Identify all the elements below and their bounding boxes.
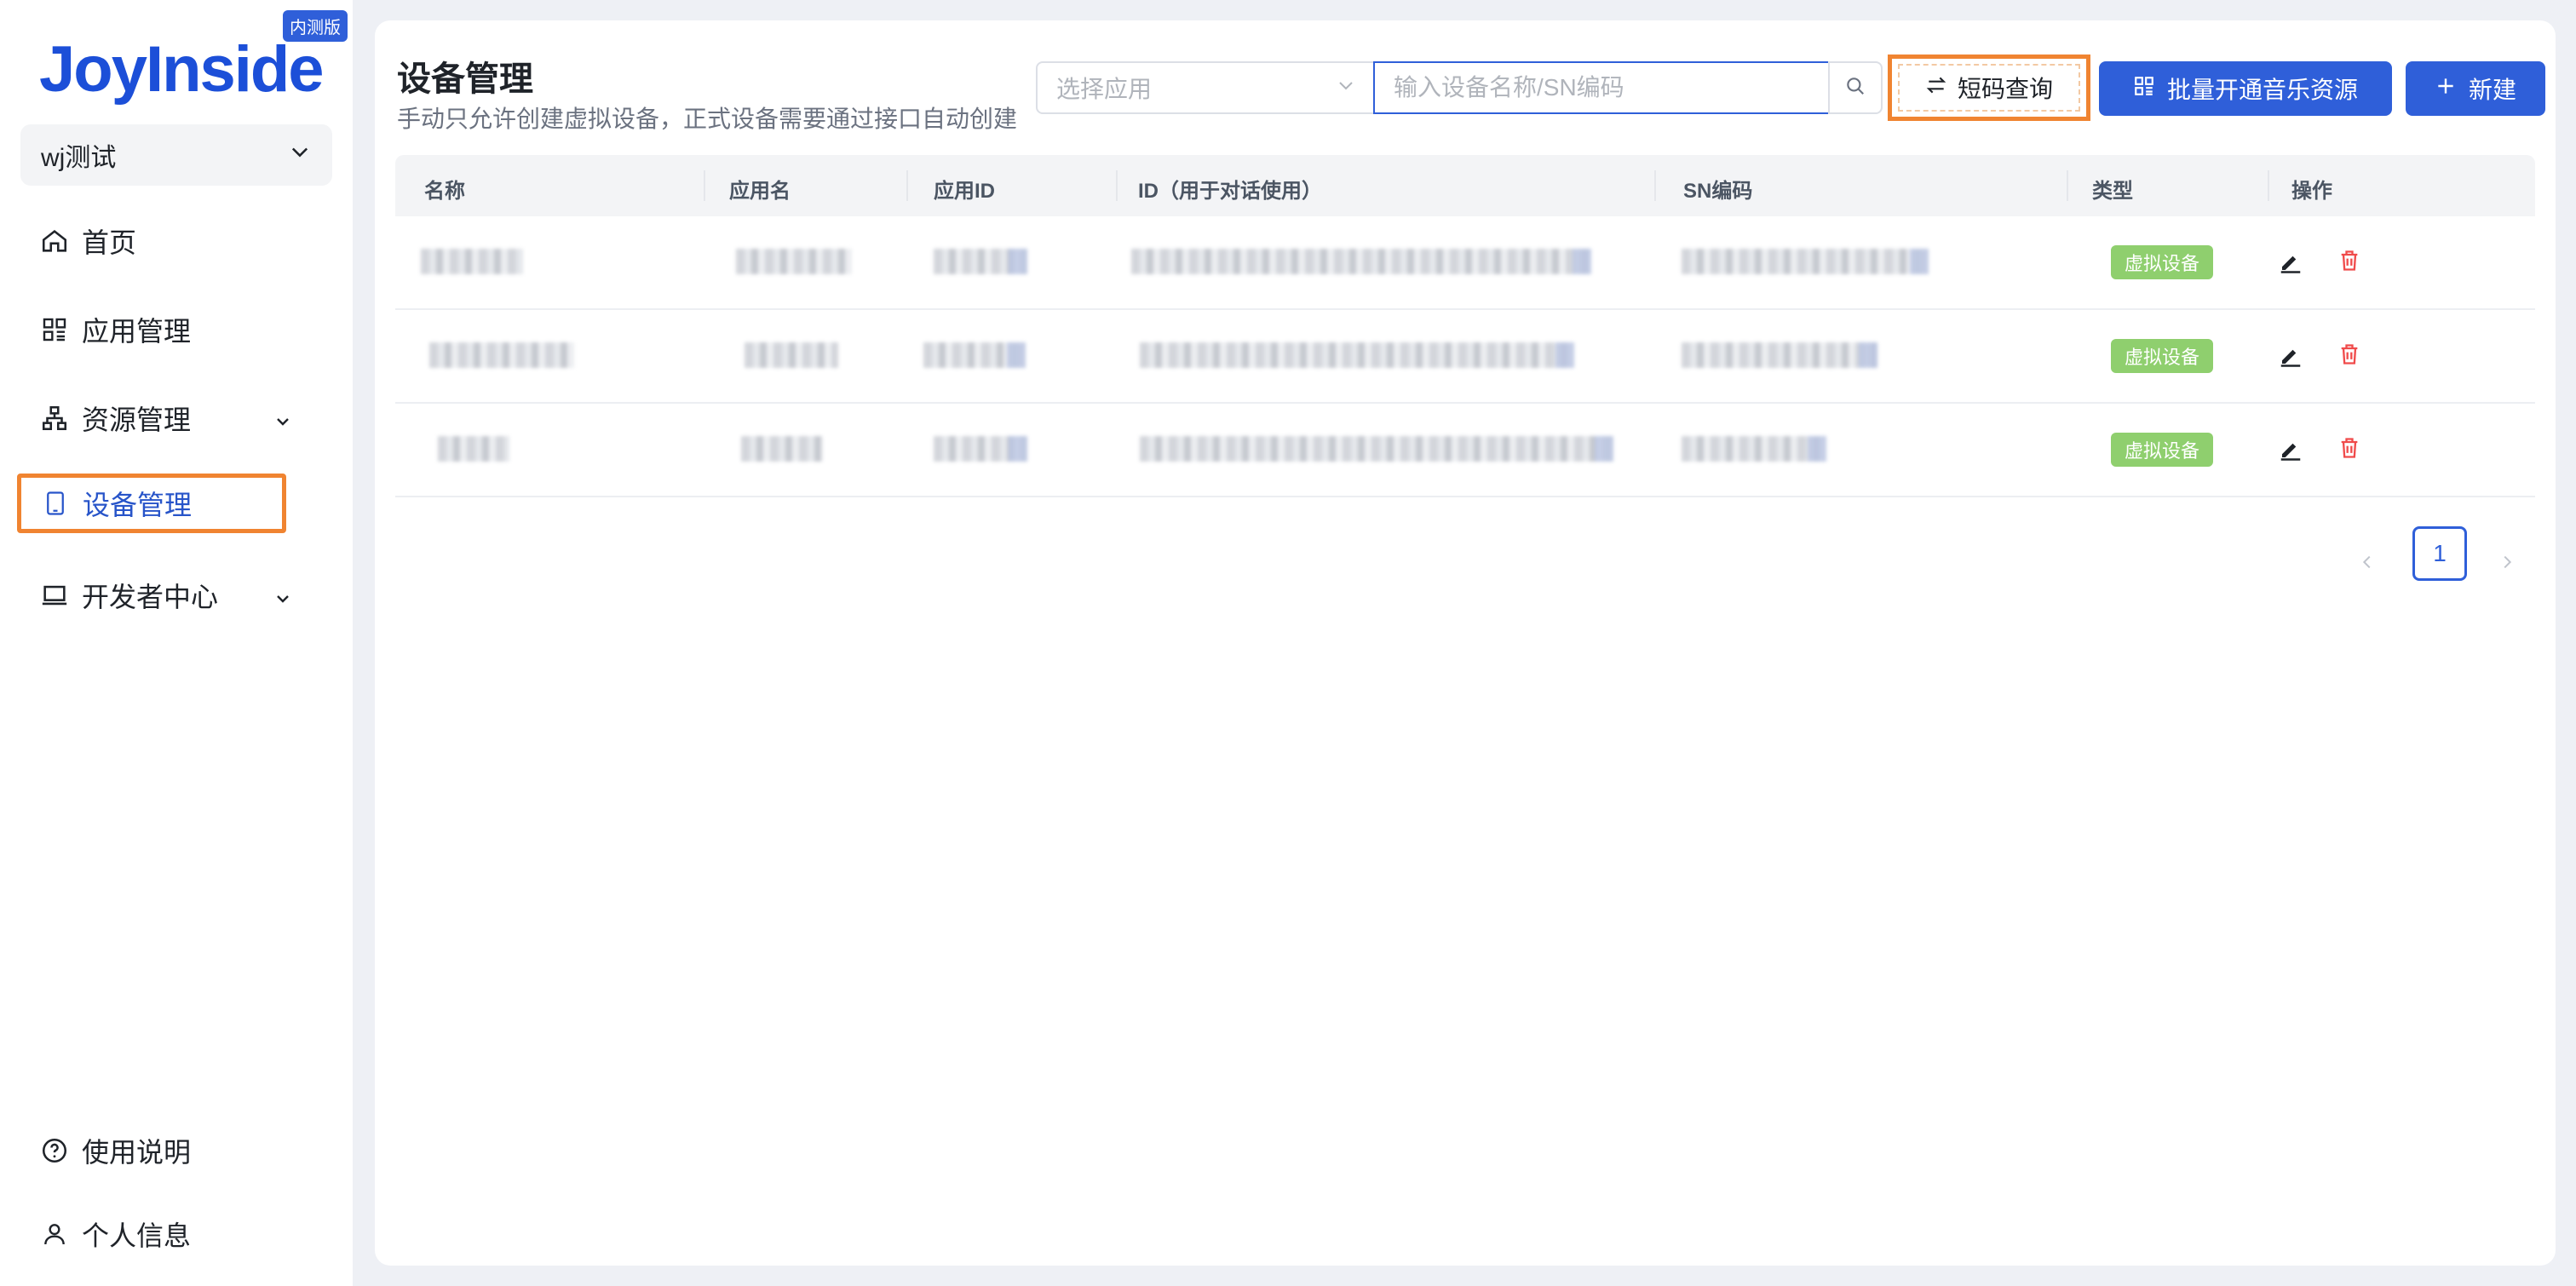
table-row[interactable]: 虚拟设备: [395, 310, 2535, 404]
redacted-dialog-id: [1140, 342, 1574, 368]
sidebar-item-label: 个人信息: [82, 1220, 192, 1251]
redacted-app-name: [741, 436, 823, 462]
delete-icon[interactable]: [2337, 247, 2361, 278]
column-divider: [1116, 170, 1118, 201]
question-circle-icon: [37, 1134, 72, 1168]
redacted-app-name: [736, 249, 852, 274]
apps-icon: [37, 313, 72, 347]
chevron-down-icon: [273, 407, 293, 439]
batch-open-music-label: 批量开通音乐资源: [2166, 77, 2358, 103]
batch-open-music-button[interactable]: 批量开通音乐资源: [2099, 61, 2392, 116]
joyinside-logo[interactable]: JoyInside: [39, 32, 325, 106]
redacted-app-id: [923, 342, 1026, 368]
chevron-down-icon: [273, 584, 293, 616]
new-device-label: 新建: [2468, 77, 2516, 103]
redacted-app-name: [745, 342, 838, 368]
chevron-down-icon: [1336, 74, 1356, 101]
redacted-sn: [1682, 249, 1929, 274]
sidebar-item-label: 开发者中心: [82, 582, 219, 612]
plus-icon: [2435, 75, 2457, 103]
user-icon: [37, 1217, 72, 1251]
type-badge: 虚拟设备: [2111, 245, 2214, 279]
column-header-sn: SN编码: [1683, 180, 1753, 203]
app-selector[interactable]: wj测试: [20, 124, 332, 186]
edit-icon[interactable]: [2278, 249, 2303, 278]
delete-icon[interactable]: [2337, 434, 2361, 466]
column-divider: [2268, 170, 2269, 201]
type-badge: 虚拟设备: [2111, 339, 2214, 373]
edit-icon[interactable]: [2278, 436, 2303, 466]
column-header-name: 名称: [424, 180, 465, 203]
search-button[interactable]: [1828, 61, 1883, 114]
table-row[interactable]: 虚拟设备: [395, 216, 2535, 310]
redacted-app-id: [934, 249, 1027, 274]
column-header-actions: 操作: [2291, 180, 2332, 203]
redacted-name: [421, 249, 523, 274]
sidebar-item-developer-center[interactable]: 开发者中心: [17, 565, 289, 625]
column-divider: [2067, 170, 2068, 201]
pagination-next-icon[interactable]: [2498, 550, 2516, 581]
redacted-dialog-id: [1131, 249, 1591, 274]
search-input[interactable]: [1373, 61, 1830, 114]
column-divider: [906, 170, 908, 201]
sidebar-item-resource-management[interactable]: 资源管理: [17, 388, 289, 448]
chevron-down-icon: [288, 140, 312, 170]
column-header-dialog-id: ID（用于对话使用）: [1138, 180, 1322, 203]
sidebar-item-label: 首页: [82, 227, 137, 258]
column-header-type: 类型: [2092, 180, 2133, 203]
hierarchy-icon: [37, 401, 72, 435]
type-badge: 虚拟设备: [2111, 433, 2214, 467]
short-code-query-button[interactable]: 短码查询: [1888, 55, 2090, 121]
page-title: 设备管理: [397, 60, 533, 98]
redacted-name: [429, 342, 574, 368]
redacted-sn: [1682, 436, 1826, 462]
redacted-dialog-id: [1140, 436, 1613, 462]
sidebar-item-label: 设备管理: [83, 490, 193, 520]
sidebar-item-label: 资源管理: [82, 405, 192, 435]
main-card: 设备管理 手动只允许创建虚拟设备，正式设备需要通过接口自动创建 选择应用 短码查…: [375, 20, 2556, 1266]
table-header: 名称 应用名 应用ID ID（用于对话使用） SN编码 类型 操作: [395, 155, 2535, 216]
new-device-button[interactable]: 新建: [2406, 61, 2545, 116]
sidebar-item-label: 应用管理: [82, 316, 192, 347]
app-selector-value: wj测试: [41, 144, 117, 172]
sidebar-item-profile[interactable]: 个人信息: [17, 1204, 286, 1264]
delete-icon[interactable]: [2337, 341, 2361, 372]
column-divider: [704, 170, 705, 201]
redacted-sn: [1682, 342, 1877, 368]
sidebar-item-device-management[interactable]: 设备管理: [17, 474, 286, 533]
short-code-query-label: 短码查询: [1957, 76, 2053, 102]
redacted-app-id: [934, 436, 1027, 462]
app-filter-select[interactable]: 选择应用: [1036, 61, 1377, 114]
sidebar: JoyInside 内测版 wj测试 首页 应用管理 资源管理 设备管理 开发者…: [0, 0, 353, 1286]
apps-icon: [2133, 75, 2155, 103]
sidebar-item-label: 使用说明: [82, 1137, 192, 1168]
sidebar-item-app-management[interactable]: 应用管理: [17, 300, 286, 359]
beta-badge: 内测版: [283, 10, 348, 42]
home-icon: [37, 224, 72, 258]
page-subtitle: 手动只允许创建虚拟设备，正式设备需要通过接口自动创建: [397, 106, 1018, 132]
laptop-icon: [37, 578, 72, 612]
edit-icon[interactable]: [2278, 342, 2303, 372]
column-header-app-name: 应用名: [729, 180, 791, 203]
pagination-page[interactable]: 1: [2412, 526, 2467, 581]
redacted-name: [438, 436, 509, 462]
column-header-app-id: 应用ID: [934, 180, 995, 203]
pagination-prev-icon[interactable]: [2358, 550, 2377, 581]
sidebar-item-help[interactable]: 使用说明: [17, 1121, 286, 1180]
search-icon: [1844, 75, 1866, 101]
swap-icon: [1925, 74, 1947, 102]
tablet-icon: [38, 486, 72, 520]
app-filter-placeholder: 选择应用: [1056, 76, 1153, 102]
column-divider: [1654, 170, 1656, 201]
table-row[interactable]: 虚拟设备: [395, 404, 2535, 497]
sidebar-item-home[interactable]: 首页: [17, 211, 286, 271]
